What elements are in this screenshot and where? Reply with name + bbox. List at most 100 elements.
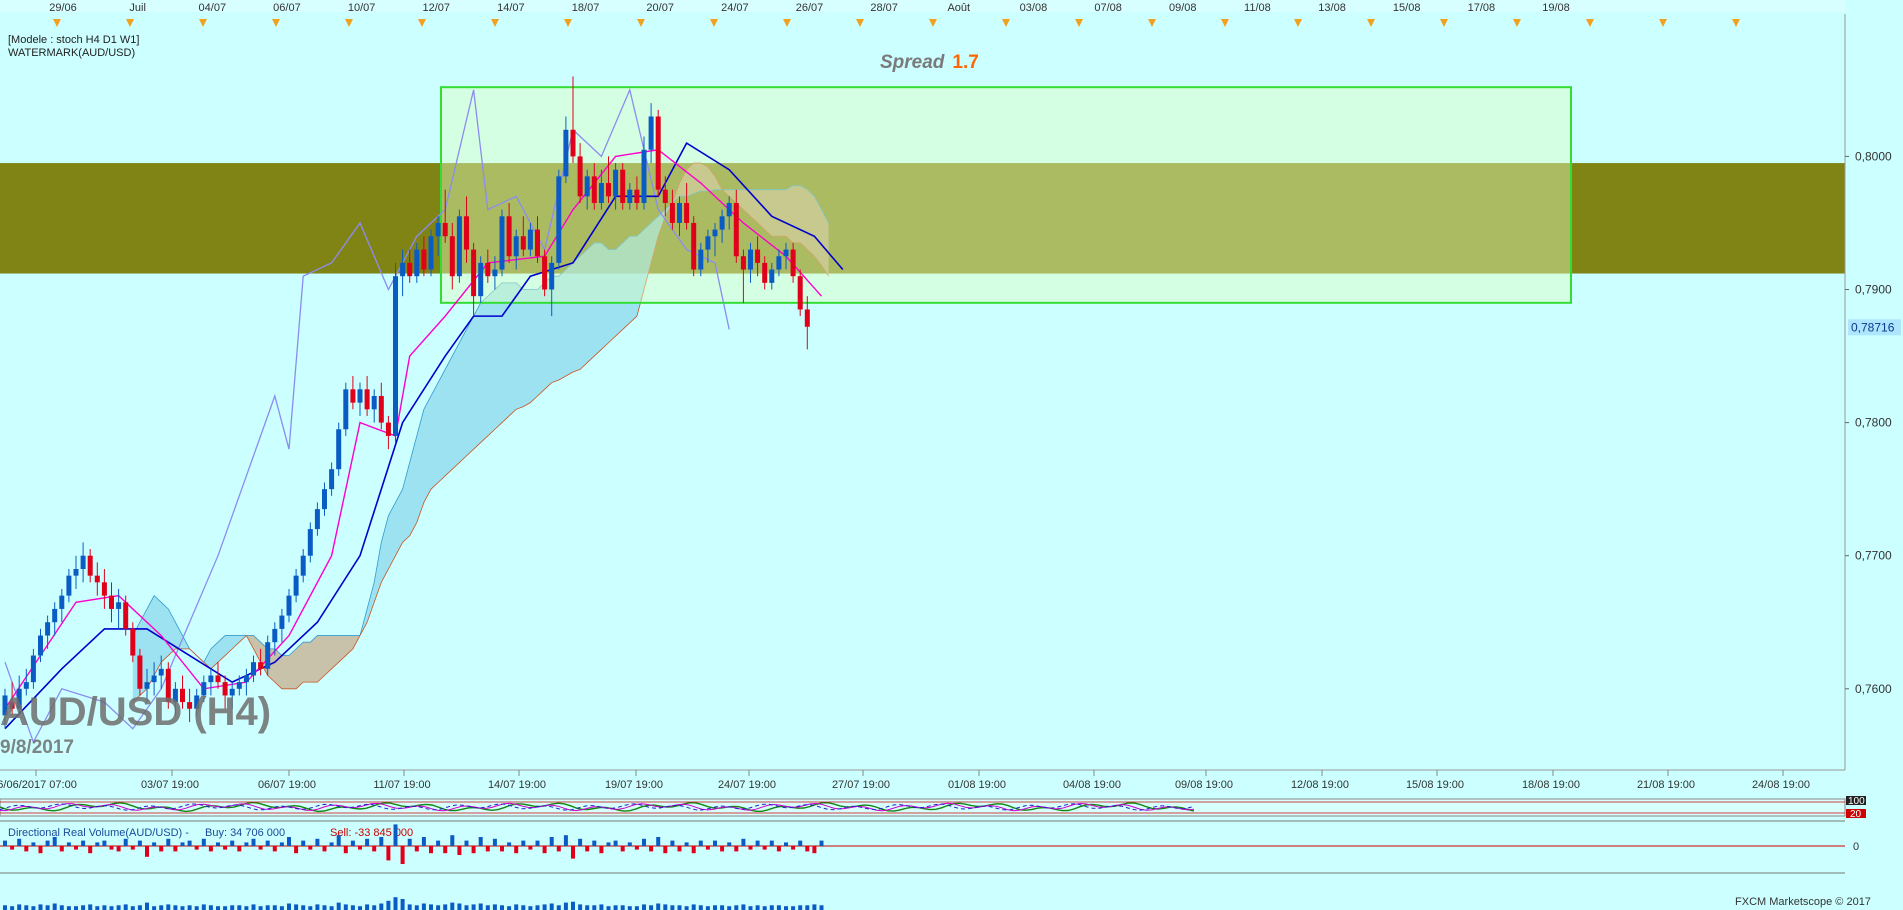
candle-body[interactable] [755, 249, 761, 263]
candle-body[interactable] [464, 216, 469, 250]
candle-body[interactable] [499, 216, 505, 270]
candle-body[interactable] [584, 176, 590, 197]
candle-body[interactable] [726, 202, 732, 217]
candle-body[interactable] [790, 249, 796, 277]
candle-body[interactable] [378, 395, 384, 423]
candle-body[interactable] [116, 602, 122, 609]
candle-body[interactable] [279, 615, 285, 629]
candle-body[interactable] [520, 236, 526, 250]
event-marker-icon[interactable] [1586, 19, 1594, 27]
candle-body[interactable] [101, 582, 107, 596]
candle-body[interactable] [691, 222, 697, 270]
candle-body[interactable] [556, 176, 562, 263]
candle-body[interactable] [158, 668, 164, 676]
candle-body[interactable] [236, 682, 242, 689]
event-marker-icon[interactable] [1513, 19, 1521, 27]
candle-body[interactable] [563, 129, 569, 177]
candle-body[interactable] [449, 236, 455, 277]
candle-body[interactable] [59, 595, 65, 609]
candle-body[interactable] [109, 595, 114, 609]
candle-body[interactable] [66, 575, 72, 596]
candle-body[interactable] [265, 642, 271, 669]
event-marker-icon[interactable] [345, 19, 353, 27]
event-marker-icon[interactable] [272, 19, 280, 27]
event-marker-icon[interactable] [637, 19, 645, 27]
candle-body[interactable] [45, 622, 51, 636]
candle-body[interactable] [733, 202, 739, 257]
event-marker-icon[interactable] [1148, 19, 1156, 27]
candle-body[interactable] [527, 229, 533, 250]
event-marker-icon[interactable] [710, 19, 718, 27]
candle-body[interactable] [684, 202, 690, 223]
candle-body[interactable] [570, 129, 576, 157]
candle-body[interactable] [740, 256, 746, 270]
event-marker-icon[interactable] [126, 19, 134, 27]
candle-body[interactable] [677, 202, 682, 223]
candle-body[interactable] [719, 216, 725, 230]
candle-body[interactable] [669, 202, 675, 223]
candle-body[interactable] [407, 262, 413, 277]
candle-body[interactable] [712, 229, 718, 237]
candle-body[interactable] [421, 249, 427, 270]
candle-body[interactable] [776, 256, 782, 270]
event-marker-icon[interactable] [1221, 19, 1229, 27]
candle-body[interactable] [613, 169, 619, 197]
event-marker-icon[interactable] [1659, 19, 1667, 27]
candle-body[interactable] [393, 276, 398, 436]
candle-body[interactable] [478, 262, 484, 297]
candle-body[interactable] [385, 422, 391, 436]
candle-body[interactable] [627, 189, 633, 203]
candle-body[interactable] [705, 236, 711, 250]
candle-body[interactable] [350, 389, 356, 403]
chart-canvas[interactable]: 29/06 Juil 04/07 06/07 10/07 12/07 14/07 18/07 2… [0, 0, 1903, 910]
candle-body[interactable] [542, 256, 548, 290]
candle-body[interactable] [371, 395, 377, 410]
event-marker-icon[interactable] [783, 19, 791, 27]
candle-body[interactable] [485, 262, 491, 277]
event-marker-icon[interactable] [1440, 19, 1448, 27]
candle-body[interactable] [456, 216, 462, 277]
candle-body[interactable] [73, 569, 79, 576]
candle-body[interactable] [357, 389, 363, 403]
candle-body[interactable] [769, 269, 775, 283]
candle-body[interactable] [314, 509, 320, 530]
candle-body[interactable] [137, 655, 143, 689]
event-marker-icon[interactable] [564, 19, 572, 27]
candle-body[interactable] [698, 249, 704, 270]
event-marker-icon[interactable] [856, 19, 864, 27]
candle-body[interactable] [471, 249, 477, 297]
candle-body[interactable] [300, 555, 306, 576]
candle-body[interactable] [243, 675, 249, 683]
candle-body[interactable] [293, 575, 299, 596]
candle-body[interactable] [762, 262, 768, 283]
candle-body[interactable] [655, 116, 661, 190]
event-marker-icon[interactable] [53, 19, 61, 27]
candle-body[interactable] [286, 595, 292, 616]
candle-body[interactable] [748, 249, 753, 270]
candle-body[interactable] [80, 555, 86, 570]
candle-body[interactable] [662, 189, 668, 203]
event-marker-icon[interactable] [1732, 19, 1740, 27]
event-marker-icon[interactable] [199, 19, 207, 27]
candle-body[interactable] [620, 169, 626, 203]
event-marker-icon[interactable] [929, 19, 937, 27]
event-marker-icon[interactable] [1294, 19, 1302, 27]
candle-body[interactable] [52, 608, 58, 623]
candle-body[interactable] [577, 156, 583, 197]
candle-body[interactable] [634, 189, 640, 203]
candle-body[interactable] [591, 176, 597, 203]
candle-body[interactable] [641, 149, 647, 203]
candle-body[interactable] [272, 628, 278, 643]
candle-body[interactable] [208, 675, 214, 683]
candle-body[interactable] [797, 276, 803, 310]
candle-body[interactable] [251, 662, 256, 676]
event-marker-icon[interactable] [1002, 19, 1010, 27]
candle-body[interactable] [506, 216, 512, 257]
candle-body[interactable] [648, 116, 654, 150]
candle-body[interactable] [364, 389, 370, 410]
candle-body[interactable] [535, 229, 540, 257]
candle-body[interactable] [94, 575, 100, 583]
candle-body[interactable] [400, 262, 406, 277]
candle-body[interactable] [123, 602, 129, 629]
candle-body[interactable] [492, 269, 498, 277]
